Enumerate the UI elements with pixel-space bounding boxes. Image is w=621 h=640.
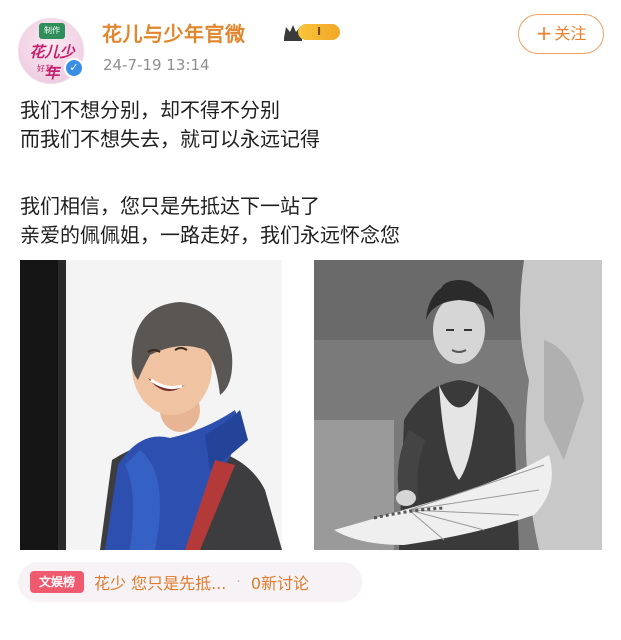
topic-discussion-count: 0新讨论 — [250, 574, 309, 593]
verified-icon: ✓ — [64, 58, 84, 78]
post-line: 我们不想分别，却不得不分别 — [20, 98, 280, 122]
avatar-sub-text: 好友 — [37, 64, 53, 73]
plus-icon: + — [535, 21, 553, 45]
account-name[interactable]: 花儿与少年官微 — [102, 18, 246, 47]
level-badge[interactable]: I — [282, 22, 340, 42]
photo-smiling-woman — [20, 260, 282, 550]
level-value: I — [298, 24, 340, 40]
post-photo-2[interactable] — [314, 260, 602, 550]
post-timestamp: 24-7-19 13:14 — [103, 56, 210, 74]
topic-text: 花少 您只是先抵... — [94, 574, 227, 593]
post-line-gap — [20, 154, 600, 192]
post-photo-1[interactable] — [20, 260, 282, 550]
topic-tag: 文娱榜 — [30, 571, 84, 593]
topic-bar[interactable]: 文娱榜 花少 您只是先抵... · 0新讨论 — [18, 562, 362, 602]
post-body: 我们不想分别，却不得不分别 而我们不想失去，就可以永远记得 我们相信，您只是先抵… — [20, 96, 600, 250]
photo-bw-woman-fan — [314, 260, 602, 550]
post-line: 而我们不想失去，就可以永远记得 — [20, 127, 320, 151]
follow-button[interactable]: + 关注 — [518, 14, 604, 54]
avatar-sponsor-badge: 制作 — [39, 23, 65, 39]
follow-label: 关注 — [554, 24, 587, 43]
topic-separator: · — [236, 574, 241, 590]
post-line: 我们相信，您只是先抵达下一站了 — [20, 194, 320, 218]
post-line: 亲爱的佩佩姐，一路走好，我们永远怀念您 — [20, 223, 400, 247]
post-header: 制作 花儿少年 好友 ✓ 花儿与少年官微 I 24-7-19 13:14 + 关注 — [0, 0, 621, 90]
